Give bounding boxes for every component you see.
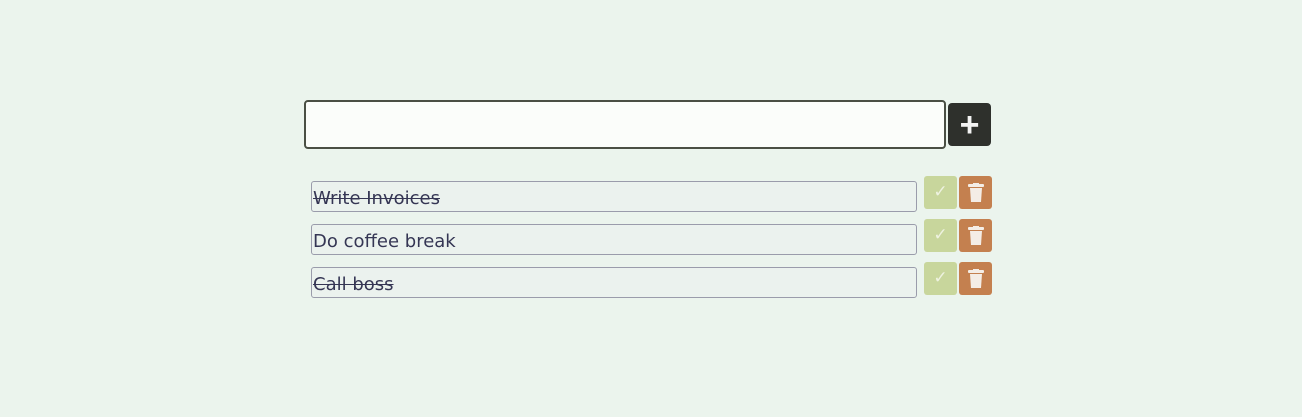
delete-button[interactable] xyxy=(959,262,992,295)
trash-icon xyxy=(967,226,984,245)
add-task-bar: + xyxy=(304,100,991,149)
task-text[interactable]: Call boss xyxy=(311,267,917,298)
check-icon: ✓ xyxy=(933,225,948,245)
trash-icon xyxy=(967,269,984,288)
task-row: Call boss ✓ xyxy=(311,262,992,305)
task-list: Write Invoices ✓ Do coffee break ✓ Call … xyxy=(311,176,992,305)
task-text[interactable]: Write Invoices xyxy=(311,181,917,212)
complete-button[interactable]: ✓ xyxy=(924,219,957,252)
trash-icon xyxy=(967,183,984,202)
task-text[interactable]: Do coffee break xyxy=(311,224,917,255)
check-icon: ✓ xyxy=(933,182,948,202)
add-task-button[interactable]: + xyxy=(948,103,991,146)
complete-button[interactable]: ✓ xyxy=(924,176,957,209)
delete-button[interactable] xyxy=(959,219,992,252)
complete-button[interactable]: ✓ xyxy=(924,262,957,295)
check-icon: ✓ xyxy=(933,268,948,288)
delete-button[interactable] xyxy=(959,176,992,209)
task-row: Write Invoices ✓ xyxy=(311,176,992,219)
new-task-input[interactable] xyxy=(304,100,946,149)
task-row: Do coffee break ✓ xyxy=(311,219,992,262)
